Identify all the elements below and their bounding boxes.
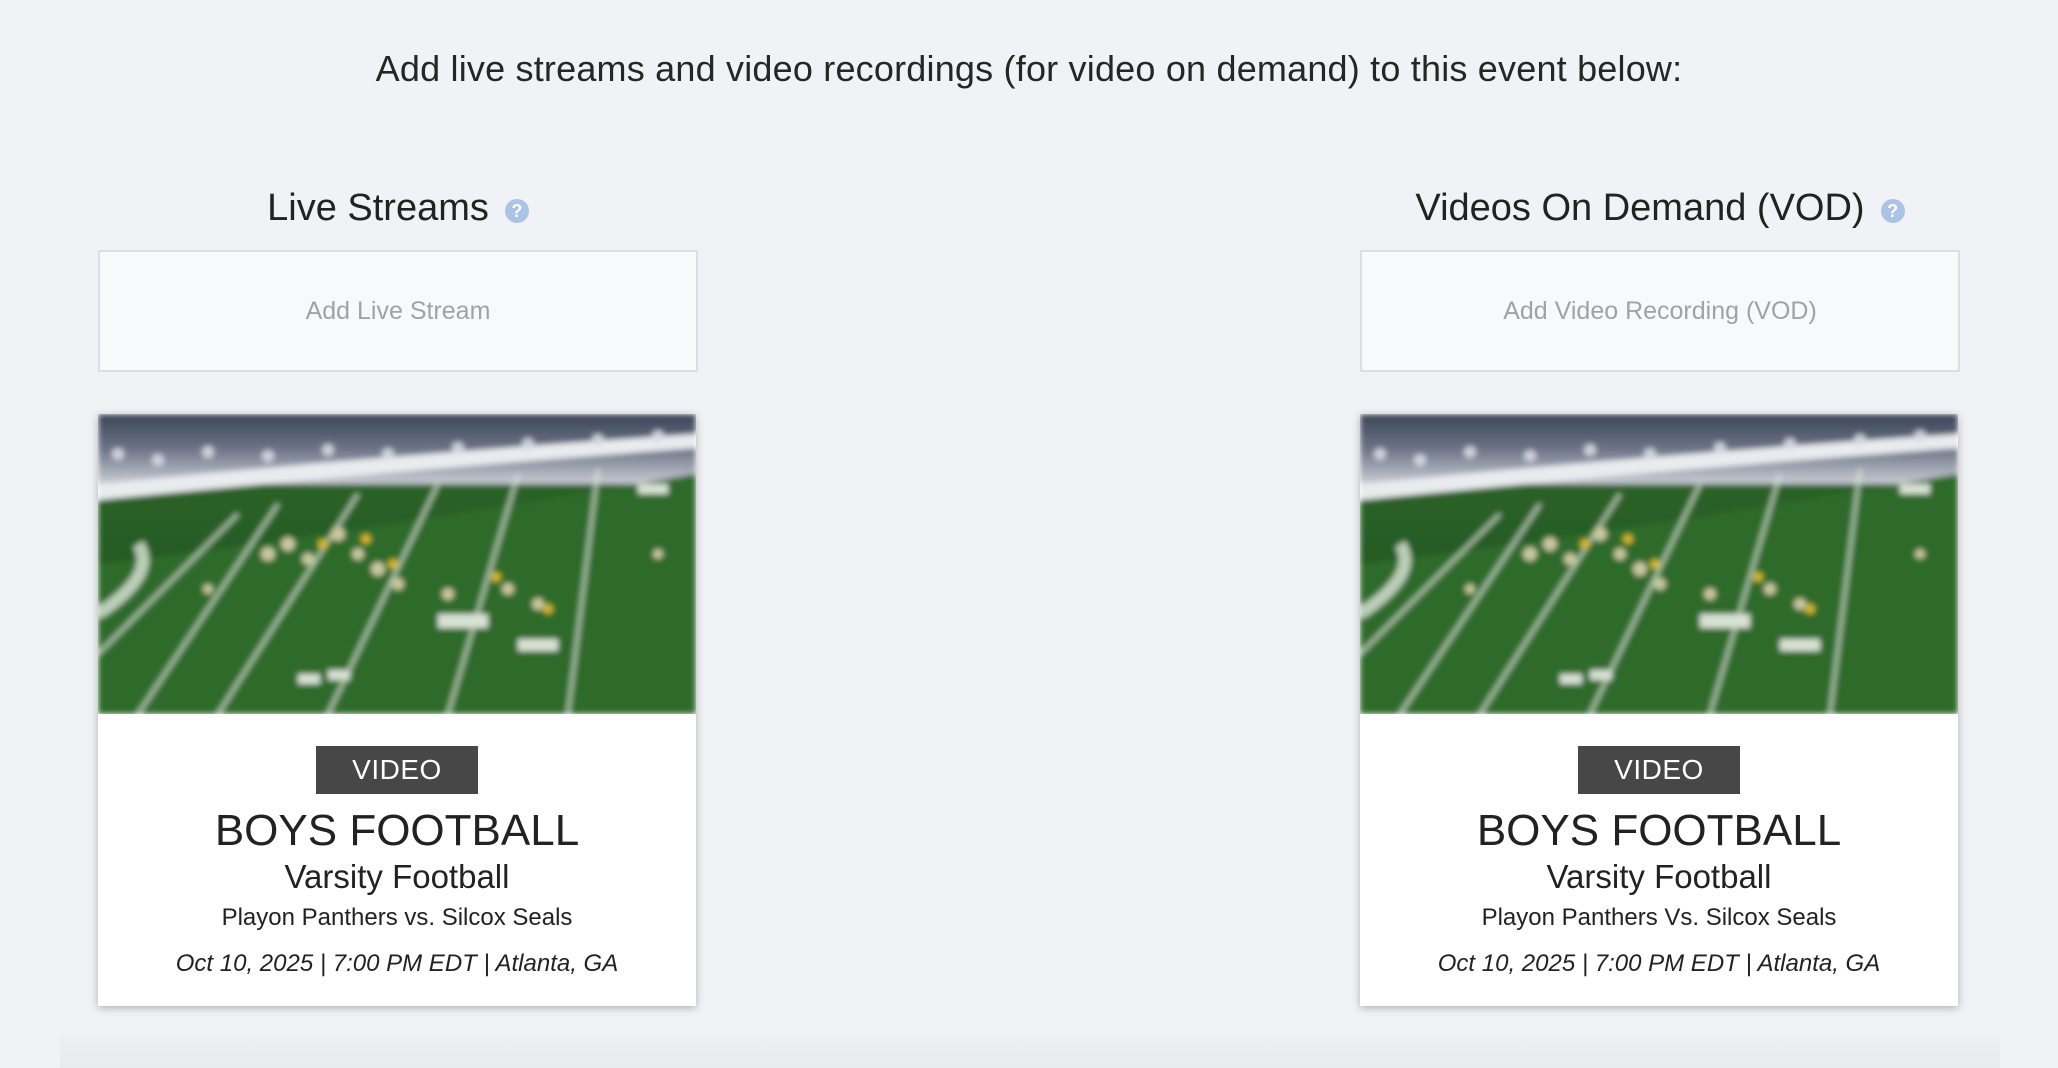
page-intro-text: Add live streams and video recordings (f… bbox=[375, 48, 1683, 89]
event-level: Varsity Football bbox=[1546, 858, 1772, 895]
live-stream-card[interactable]: VIDEO BOYS FOOTBALL Varsity Football Pla… bbox=[98, 414, 696, 1006]
event-datetime-location: Oct 10, 2025 | 7:00 PM EDT | Atlanta, GA bbox=[1437, 950, 1881, 977]
video-badge: VIDEO bbox=[316, 746, 478, 794]
vod-title: Videos On Demand (VOD) bbox=[1415, 186, 1865, 229]
vod-section: Videos On Demand (VOD) ? Add Video Recor… bbox=[1360, 180, 1960, 1006]
add-live-stream-button[interactable]: Add Live Stream bbox=[98, 250, 698, 372]
event-sport: BOYS FOOTBALL bbox=[1476, 806, 1842, 855]
help-icon[interactable]: ? bbox=[1880, 199, 1905, 223]
event-level: Varsity Football bbox=[284, 858, 510, 895]
video-badge: VIDEO bbox=[1578, 746, 1740, 794]
event-sport: BOYS FOOTBALL bbox=[214, 806, 580, 855]
help-icon[interactable]: ? bbox=[504, 199, 529, 223]
vod-card[interactable]: VIDEO BOYS FOOTBALL Varsity Football Pla… bbox=[1360, 414, 1958, 1006]
card-body: VIDEO BOYS FOOTBALL Varsity Football Pla… bbox=[1360, 714, 1958, 978]
live-streams-title: Live Streams bbox=[267, 186, 489, 229]
event-matchup: Playon Panthers Vs. Silcox Seals bbox=[1481, 904, 1837, 931]
card-body: VIDEO BOYS FOOTBALL Varsity Football Pla… bbox=[98, 714, 696, 978]
vod-header: Videos On Demand (VOD) ? bbox=[1360, 180, 1960, 236]
event-datetime-location: Oct 10, 2025 | 7:00 PM EDT | Atlanta, GA bbox=[175, 950, 619, 977]
add-video-recording-button[interactable]: Add Video Recording (VOD) bbox=[1360, 250, 1960, 372]
football-field-thumbnail bbox=[1360, 414, 1958, 714]
live-streams-header: Live Streams ? bbox=[98, 180, 698, 236]
football-field-thumbnail bbox=[98, 414, 696, 714]
live-streams-section: Live Streams ? Add Live Stream VIDEO BOY… bbox=[98, 180, 698, 1006]
page-bottom-divider bbox=[60, 1036, 2000, 1068]
event-matchup: Playon Panthers vs. Silcox Seals bbox=[221, 904, 573, 931]
